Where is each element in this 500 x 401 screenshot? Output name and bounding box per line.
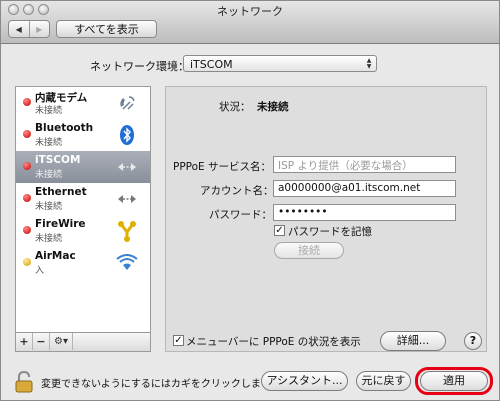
back-button[interactable]: ◀ [9, 21, 29, 37]
service-item-ethernet[interactable]: Ethernet 未接続 [16, 183, 150, 215]
bluetooth-icon [120, 125, 134, 145]
location-select[interactable]: iTSCOM ▲ ▼ [183, 55, 377, 72]
service-list: 内蔵モデム 未接続 Bluetooth 未接続 iTSCOM 未接続 Ether… [15, 86, 151, 352]
revert-button[interactable]: 元に戻す [356, 371, 411, 391]
service-status: 未接続 [35, 138, 63, 148]
location-value: iTSCOM [190, 58, 233, 71]
remember-password-label: パスワードを記憶 [288, 226, 372, 238]
help-button[interactable]: ? [464, 332, 482, 350]
status-dot-icon [23, 98, 31, 106]
assistant-button[interactable]: アシスタント... [261, 371, 348, 391]
forward-button[interactable]: ▶ [28, 21, 50, 37]
back-forward-buttons: ◀ ▶ [8, 20, 50, 38]
ethernet-arrows-icon [118, 195, 136, 203]
status-dot-icon [23, 194, 31, 202]
status-dot-icon [23, 162, 31, 170]
pppoe-service-input[interactable]: ISP より提供（必要な場合） [273, 156, 456, 173]
service-item-itscom[interactable]: iTSCOM 未接続 [16, 151, 150, 183]
service-status: 未接続 [35, 170, 63, 180]
pppoe-service-placeholder: ISP より提供（必要な場合） [278, 160, 413, 172]
service-status: 未接続 [35, 202, 63, 212]
location-label: ネットワーク環境： [90, 60, 189, 73]
status-value: 未接続 [257, 101, 289, 113]
service-status: 未接続 [35, 234, 63, 244]
password-input[interactable]: •••••••• [273, 204, 456, 221]
service-item-airmac[interactable]: AirMac 入 [16, 247, 150, 279]
show-pppoe-status-checkbox[interactable]: ✓ [173, 335, 184, 346]
status-label: 状況： [219, 101, 251, 113]
account-input[interactable]: a0000000@a01.itscom.net [273, 180, 456, 197]
pppoe-service-label: PPPoE サービス名： [173, 161, 272, 173]
modem-icon [120, 96, 135, 110]
remove-service-button[interactable]: − [33, 333, 50, 350]
service-name: Bluetooth [35, 122, 94, 134]
remember-password-checkbox[interactable]: ✓ [274, 225, 285, 236]
add-service-button[interactable]: + [16, 333, 33, 350]
show-all-button[interactable]: すべてを表示 [56, 20, 157, 38]
network-preferences-window: ネットワーク ◀ ▶ すべてを表示 ネットワーク環境： iTSCOM ▲ ▼ 内蔵… [0, 0, 500, 401]
service-name: AirMac [35, 250, 76, 262]
service-list-toolbar: + − ⚙▾ [16, 332, 150, 351]
advanced-button[interactable]: 詳細... [380, 331, 446, 351]
account-label: アカウント名： [200, 185, 274, 197]
connect-button[interactable]: 接続 [274, 242, 344, 259]
gear-menu-button[interactable]: ⚙▾ [50, 333, 73, 350]
service-name: iTSCOM [35, 154, 81, 166]
show-pppoe-status-label: メニューバーに PPPoE の状況を表示 [186, 336, 361, 348]
service-item-modem[interactable]: 内蔵モデム 未接続 [16, 87, 150, 119]
status-dot-icon [23, 226, 31, 234]
service-name: FireWire [35, 218, 86, 230]
select-arrows-icon: ▲ ▼ [366, 56, 372, 70]
status-dot-icon [23, 258, 31, 266]
lock-hint-text: 変更できないようにするにはカギをクリックします。 [41, 379, 280, 390]
service-name: Ethernet [35, 186, 87, 198]
firewire-icon [118, 221, 136, 242]
status-dot-icon [23, 130, 31, 138]
apply-button-highlight [415, 367, 493, 395]
lock-icon[interactable] [15, 371, 33, 393]
service-status: 入 [35, 266, 45, 276]
service-item-bluetooth[interactable]: Bluetooth 未接続 [16, 119, 150, 151]
service-item-firewire[interactable]: FireWire 未接続 [16, 215, 150, 247]
title-bar: ネットワーク ◀ ▶ すべてを表示 [1, 1, 499, 44]
wifi-icon [116, 254, 138, 270]
pppoe-arrows-icon [118, 163, 136, 171]
service-status: 未接続 [35, 106, 63, 116]
password-label: パスワード： [209, 209, 272, 221]
window-title: ネットワーク [217, 5, 283, 18]
